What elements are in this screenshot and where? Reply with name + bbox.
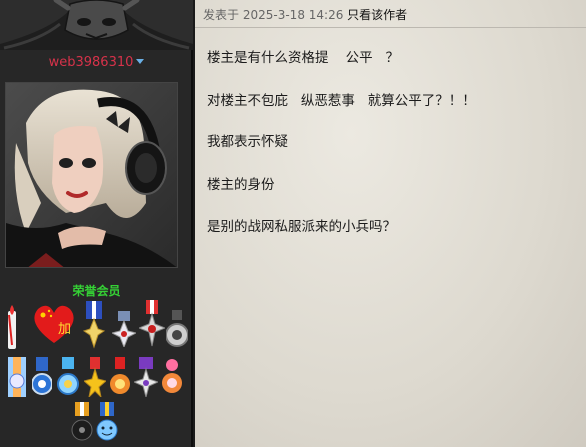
star-burst-medal-icon[interactable] bbox=[137, 300, 167, 348]
dropdown-caret-icon[interactable] bbox=[136, 59, 145, 64]
user-panel: web3986310 荣誉会员 加 bbox=[0, 0, 193, 447]
blue-ring-medal-icon[interactable] bbox=[57, 357, 79, 397]
blue-ribbon-medal-icon[interactable] bbox=[6, 357, 28, 397]
demon-skull-ornament-icon bbox=[0, 0, 193, 50]
post-line: 是别的战网私服派来的小兵吗？ bbox=[207, 219, 396, 235]
post-panel: 发表于 2025-3-18 14:26 只看该作者 楼主是有什么资格提 公平 ？… bbox=[195, 0, 586, 447]
published-time: 2025-3-18 14:26 bbox=[242, 8, 344, 22]
purple-star-medal-icon[interactable] bbox=[132, 357, 160, 399]
gold-star-medal-icon[interactable] bbox=[82, 357, 108, 399]
candle-medal-icon[interactable] bbox=[5, 305, 19, 351]
post-header: 发表于 2025-3-18 14:26 只看该作者 bbox=[195, 0, 586, 28]
pink-flower-medal-icon[interactable] bbox=[161, 357, 183, 397]
smiley-ribbon-medal-icon[interactable] bbox=[96, 402, 118, 442]
username-text[interactable]: web3986310 bbox=[49, 55, 134, 70]
svg-text:加: 加 bbox=[58, 322, 71, 337]
post-line: 对楼主不包庇 纵恶惹事 就算公平了？！！ bbox=[207, 93, 476, 109]
author-only-link[interactable]: 只看该作者 bbox=[347, 8, 407, 22]
heart-flag-medal-icon[interactable]: 加 bbox=[32, 303, 77, 345]
star-cross-medal-icon[interactable] bbox=[110, 311, 138, 349]
username-link[interactable]: web3986310 bbox=[0, 55, 193, 70]
black-ribbon-medal-icon[interactable] bbox=[71, 402, 93, 442]
post-line: 楼主是有什么资格提 公平 ？ bbox=[207, 50, 400, 66]
silver-ring-medal-icon[interactable] bbox=[165, 310, 189, 348]
published-prefix: 发表于 bbox=[203, 8, 240, 22]
avatar[interactable] bbox=[5, 82, 178, 268]
blue-circle-medal-icon[interactable] bbox=[31, 357, 53, 397]
cross-medal-icon[interactable] bbox=[82, 301, 106, 349]
post-line: 楼主的身份 bbox=[207, 177, 275, 193]
member-role: 荣誉会员 bbox=[72, 284, 121, 298]
orange-flower-medal-icon[interactable] bbox=[109, 357, 131, 397]
post-line: 我都表示怀疑 bbox=[207, 134, 288, 150]
